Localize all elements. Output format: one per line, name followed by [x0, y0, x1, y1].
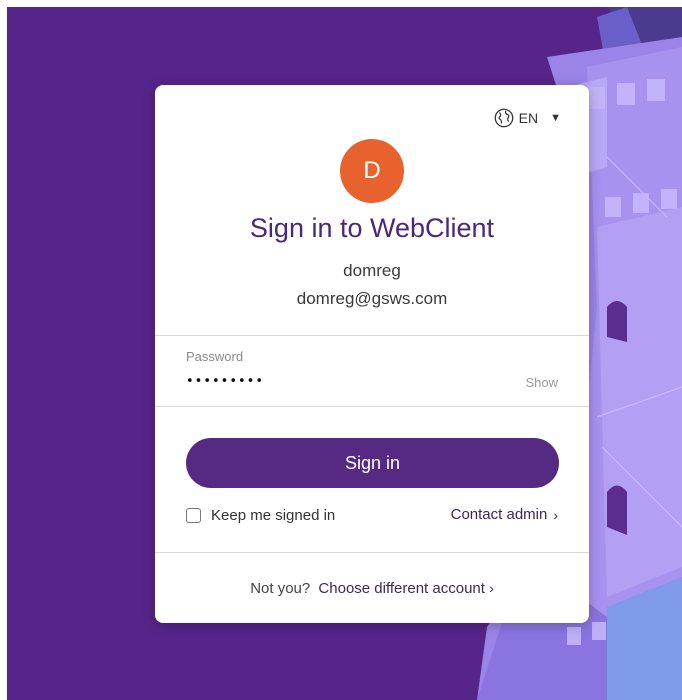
- page-title: Sign in to WebClient: [249, 213, 495, 243]
- keep-signed-in-label: Keep me signed in: [211, 507, 336, 524]
- switch-account-row: Not you? Choose different account ›: [155, 580, 589, 597]
- choose-different-account-link[interactable]: Choose different account ›: [318, 580, 493, 597]
- signin-card: EN ▼ D Sign in to WebClient domreg domre…: [155, 85, 589, 623]
- contact-admin-link[interactable]: Contact admin ›: [451, 506, 558, 523]
- password-input[interactable]: [186, 372, 486, 390]
- language-code: EN: [518, 110, 539, 126]
- not-you-text: Not you?: [250, 580, 311, 597]
- checkbox-box[interactable]: [186, 508, 201, 523]
- password-label: Password: [186, 349, 244, 364]
- account-name: domreg: [343, 261, 401, 280]
- avatar: D: [340, 139, 404, 203]
- caret-down-icon: ▼: [550, 112, 561, 124]
- account-email: domreg@gsws.com: [296, 289, 448, 308]
- keep-signed-in-checkbox[interactable]: Keep me signed in: [186, 507, 335, 524]
- divider: [155, 552, 589, 553]
- language-selector[interactable]: EN ▼: [493, 107, 561, 129]
- divider: [155, 406, 589, 407]
- chevron-right-icon: ›: [553, 506, 558, 523]
- sign-in-button[interactable]: Sign in: [186, 438, 559, 488]
- choose-account-label: Choose different account: [318, 580, 485, 597]
- contact-admin-label: Contact admin: [450, 506, 548, 523]
- chevron-right-icon: ›: [489, 580, 494, 596]
- password-field: Password Show: [155, 336, 589, 406]
- show-password-button[interactable]: Show: [525, 375, 558, 390]
- avatar-initial: D: [363, 157, 381, 184]
- globe-icon: [494, 108, 514, 128]
